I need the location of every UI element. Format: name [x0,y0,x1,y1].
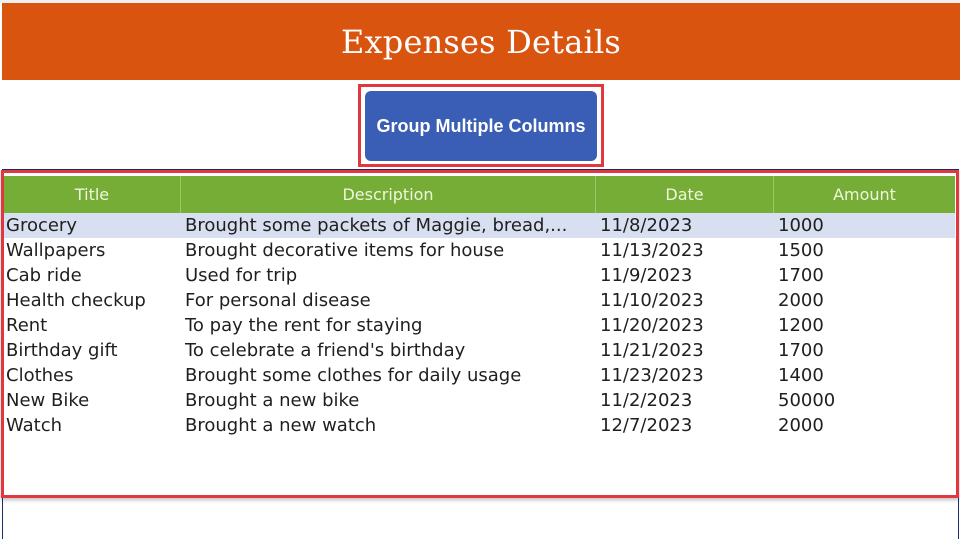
cell-description: Used for trip [185,265,298,286]
cell-title: Wallpapers [6,240,106,261]
table-row[interactable]: Wallpapers Brought decorative items for … [4,238,955,263]
cell-title: Health checkup [6,290,146,311]
cell-description: Brought some packets of Maggie, bread,..… [185,215,568,236]
table-header-row: Title Description Date Amount [4,176,955,213]
cell-title: Grocery [6,215,77,236]
page-title: Expenses Details [340,22,621,61]
cell-date: 11/2/2023 [600,390,693,411]
table-row[interactable]: Grocery Brought some packets of Maggie, … [4,213,955,238]
cell-date: 11/23/2023 [600,365,704,386]
table-row[interactable]: Rent To pay the rent for staying 11/20/2… [4,313,955,338]
app-screen: Expenses Details Group Multiple Columns … [0,0,960,539]
cell-amount: 50000 [778,390,836,411]
cell-title: New Bike [6,390,90,411]
group-multiple-columns-button[interactable]: Group Multiple Columns [365,91,597,161]
cell-date: 11/20/2023 [600,315,704,336]
cell-date: 12/7/2023 [600,415,693,436]
cell-description: Brought a new watch [185,415,377,436]
cell-amount: 1700 [778,265,824,286]
table-body: Grocery Brought some packets of Maggie, … [4,213,955,438]
cell-title: Rent [6,315,48,336]
header-bar: Expenses Details [2,3,960,80]
cell-description: Brought decorative items for house [185,240,505,261]
cell-title: Clothes [6,365,74,386]
expenses-data-table: Title Description Date Amount Grocery Br… [4,176,955,494]
cell-date: 11/8/2023 [600,215,693,236]
cell-date: 11/21/2023 [600,340,704,361]
table-row[interactable]: Watch Brought a new watch 12/7/2023 2000 [4,413,955,438]
cell-title: Birthday gift [6,340,118,361]
cell-description: Brought some clothes for daily usage [185,365,522,386]
cell-date: 11/9/2023 [600,265,693,286]
cell-description: Brought a new bike [185,390,360,411]
column-header-date[interactable]: Date [596,176,774,213]
cell-description: To celebrate a friend's birthday [185,340,466,361]
column-header-amount[interactable]: Amount [774,176,955,213]
cell-amount: 2000 [778,290,824,311]
cell-amount: 1400 [778,365,824,386]
cell-amount: 1000 [778,215,824,236]
table-row[interactable]: Birthday gift To celebrate a friend's bi… [4,338,955,363]
cell-date: 11/10/2023 [600,290,704,311]
table-row[interactable]: Clothes Brought some clothes for daily u… [4,363,955,388]
cell-description: To pay the rent for staying [185,315,423,336]
cell-amount: 1700 [778,340,824,361]
cell-title: Cab ride [6,265,82,286]
cell-amount: 1500 [778,240,824,261]
table-row[interactable]: Cab ride Used for trip 11/9/2023 1700 [4,263,955,288]
cell-date: 11/13/2023 [600,240,704,261]
column-header-description[interactable]: Description [181,176,596,213]
table-row[interactable]: Health checkup For personal disease 11/1… [4,288,955,313]
column-header-title[interactable]: Title [4,176,181,213]
cell-title: Watch [6,415,63,436]
cell-description: For personal disease [185,290,371,311]
cell-amount: 1200 [778,315,824,336]
table-row[interactable]: New Bike Brought a new bike 11/2/2023 50… [4,388,955,413]
cell-amount: 2000 [778,415,824,436]
